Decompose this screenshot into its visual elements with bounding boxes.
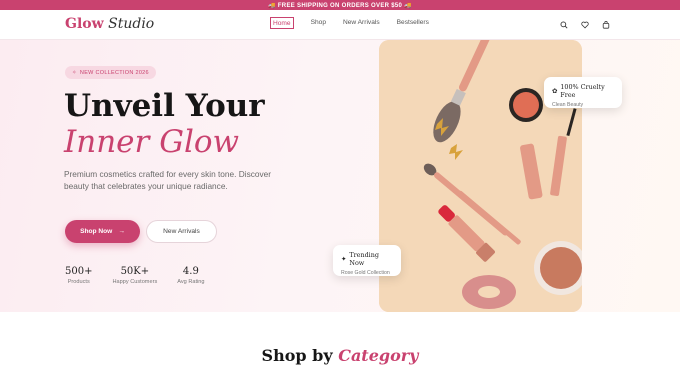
- category-title-emph: Category: [338, 346, 419, 365]
- nav-item-bestsellers[interactable]: Bestsellers: [397, 19, 429, 29]
- nav-item-shop[interactable]: Shop: [311, 19, 326, 29]
- new-arrivals-label: New Arrivals: [163, 228, 200, 235]
- stat-label: Products: [67, 279, 90, 285]
- bag-icon[interactable]: [601, 20, 610, 29]
- nav-item-home[interactable]: Home: [270, 17, 294, 29]
- shop-now-label: Shop Now: [80, 228, 113, 235]
- top-nav: Glow Studio Home Shop New Arrivals Bests…: [0, 10, 680, 40]
- category-title-plain: Shop by: [261, 346, 333, 365]
- brand-logo[interactable]: Glow Studio: [65, 16, 154, 32]
- cruelty-free-subtitle: Clean Beauty: [552, 102, 584, 108]
- stat-label: Happy Customers: [112, 279, 158, 285]
- promo-banner: 🚚 FREE SHIPPING ON ORDERS OVER $50 🚚: [0, 0, 680, 10]
- stat-products: 500+ Products: [65, 266, 92, 285]
- hero-title-line1: Unveil Your: [64, 88, 265, 124]
- search-icon[interactable]: [559, 20, 568, 29]
- category-section: Shop by Category: [0, 312, 680, 373]
- badge-label: NEW COLLECTION 2026: [79, 69, 149, 76]
- hero-description: Premium cosmetics crafted for every skin…: [64, 169, 272, 192]
- promo-text: 🚚 FREE SHIPPING ON ORDERS OVER $50 🚚: [268, 2, 412, 9]
- trending-card: ✦ Trending Now Rose Gold Collection: [333, 245, 401, 276]
- hero-stats: 500+ Products 50K+ Happy Customers 4.9 A…: [65, 266, 225, 285]
- trending-subtitle: Rose Gold Collection: [341, 270, 390, 276]
- cruelty-free-card: ✿ 100% Cruelty Free Clean Beauty: [544, 77, 622, 108]
- brand-name-part1: Glow: [65, 16, 104, 32]
- collection-badge: ✧ NEW COLLECTION 2026: [65, 66, 156, 79]
- sparkle-icon: ✦: [341, 255, 347, 263]
- hero-section: ✧ NEW COLLECTION 2026 Unveil Your Inner …: [0, 40, 680, 312]
- stat-customers: 50K+ Happy Customers: [112, 266, 157, 285]
- brand-name-part2: Studio: [108, 16, 155, 32]
- flower-icon: ✿: [552, 87, 558, 95]
- heart-icon[interactable]: [580, 20, 589, 29]
- cruelty-free-title: 100% Cruelty Free: [560, 83, 605, 99]
- arrow-right-icon: →: [118, 228, 125, 235]
- stat-label: Avg Rating: [177, 279, 205, 285]
- stat-value: 500+: [65, 266, 93, 277]
- nav-menu: Home Shop New Arrivals Bestsellers: [270, 17, 446, 29]
- shop-now-button[interactable]: Shop Now →: [65, 220, 140, 243]
- nav-item-new-arrivals[interactable]: New Arrivals: [343, 19, 380, 29]
- trending-title: Trending Now: [349, 251, 379, 267]
- sparkle-icon: ✧: [72, 69, 77, 76]
- stat-rating: 4.9 Avg Rating: [177, 266, 204, 285]
- hero-title-line2: Inner Glow: [64, 124, 240, 160]
- nav-icons: [559, 20, 610, 29]
- stat-value: 50K+: [120, 266, 150, 277]
- stat-value: 4.9: [182, 266, 199, 277]
- new-arrivals-button[interactable]: New Arrivals: [146, 220, 217, 243]
- category-title: Shop by Category: [0, 346, 680, 365]
